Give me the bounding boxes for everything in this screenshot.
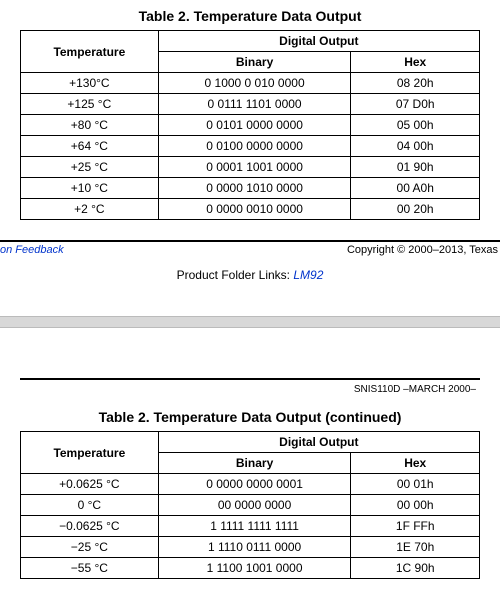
cell-binary: 0 0111 1101 0000 <box>158 94 351 115</box>
page-gap-space <box>0 328 500 348</box>
product-folder-links: Product Folder Links: LM92 <box>0 268 500 282</box>
product-folder-prefix: Product Folder Links: <box>177 268 294 282</box>
cell-hex: 00 A0h <box>351 178 480 199</box>
page-gap-space <box>0 296 500 316</box>
cell-hex: 00 20h <box>351 199 480 220</box>
product-link-lm92[interactable]: LM92 <box>293 268 323 282</box>
doc-id: SNIS110D –MARCH 2000– <box>20 384 480 401</box>
cell-temp: +25 °C <box>21 157 159 178</box>
cell-hex: 00 00h <box>351 495 480 516</box>
page2-header-rule <box>20 378 480 380</box>
cell-temp: +2 °C <box>21 199 159 220</box>
page-separator <box>0 316 500 328</box>
table-row: +64 °C 0 0100 0000 0000 04 00h <box>21 136 480 157</box>
cell-binary: 0 0100 0000 0000 <box>158 136 351 157</box>
cell-temp: −55 °C <box>21 558 159 579</box>
table-row: +80 °C 0 0101 0000 0000 05 00h <box>21 115 480 136</box>
cell-temp: +130°C <box>21 73 159 94</box>
table2-header-temp: Temperature <box>21 432 159 474</box>
cell-binary: 0 1000 0 010 0000 <box>158 73 351 94</box>
cell-hex: 1F FFh <box>351 516 480 537</box>
cell-binary: 0 0000 1010 0000 <box>158 178 351 199</box>
table-row: +125 °C 0 0111 1101 0000 07 D0h <box>21 94 480 115</box>
table-row: −0.0625 °C 1 1111 1111 1111 1F FFh <box>21 516 480 537</box>
table1-header-hex: Hex <box>351 52 480 73</box>
cell-temp: +125 °C <box>21 94 159 115</box>
table-row: −55 °C 1 1100 1001 0000 1C 90h <box>21 558 480 579</box>
table-row: 0 °C 00 0000 0000 00 00h <box>21 495 480 516</box>
table2-header-hex: Hex <box>351 453 480 474</box>
table1: Temperature Digital Output Binary Hex +1… <box>20 30 480 220</box>
table2: Temperature Digital Output Binary Hex +0… <box>20 431 480 579</box>
copyright-text: Copyright © 2000–2013, Texas <box>347 244 498 256</box>
table-row: +0.0625 °C 0 0000 0000 0001 00 01h <box>21 474 480 495</box>
table1-header-binary: Binary <box>158 52 351 73</box>
cell-binary: 0 0000 0000 0001 <box>158 474 351 495</box>
feedback-link[interactable]: on Feedback <box>0 244 64 256</box>
table2-header-digital: Digital Output <box>158 432 479 453</box>
cell-binary: 0 0001 1001 0000 <box>158 157 351 178</box>
cell-binary: 0 0000 0010 0000 <box>158 199 351 220</box>
page-1: Table 2. Temperature Data Output Tempera… <box>0 8 500 230</box>
cell-temp: 0 °C <box>21 495 159 516</box>
cell-hex: 07 D0h <box>351 94 480 115</box>
cell-temp: +0.0625 °C <box>21 474 159 495</box>
page-2: SNIS110D –MARCH 2000– Table 2. Temperatu… <box>0 378 500 589</box>
cell-temp: −0.0625 °C <box>21 516 159 537</box>
cell-binary: 1 1111 1111 1111 <box>158 516 351 537</box>
table1-header-digital: Digital Output <box>158 31 479 52</box>
table1-header-row-1: Temperature Digital Output <box>21 31 480 52</box>
page-footer: on Feedback Copyright © 2000–2013, Texas <box>0 240 500 256</box>
table-row: +2 °C 0 0000 0010 0000 00 20h <box>21 199 480 220</box>
cell-hex: 01 90h <box>351 157 480 178</box>
table-row: +130°C 0 1000 0 010 0000 08 20h <box>21 73 480 94</box>
cell-temp: +80 °C <box>21 115 159 136</box>
table2-header-binary: Binary <box>158 453 351 474</box>
cell-hex: 1C 90h <box>351 558 480 579</box>
cell-temp: −25 °C <box>21 537 159 558</box>
cell-binary: 1 1100 1001 0000 <box>158 558 351 579</box>
cell-hex: 05 00h <box>351 115 480 136</box>
cell-temp: +64 °C <box>21 136 159 157</box>
cell-hex: 08 20h <box>351 73 480 94</box>
table1-header-temp: Temperature <box>21 31 159 73</box>
table2-caption: Table 2. Temperature Data Output (contin… <box>20 409 480 425</box>
cell-hex: 00 01h <box>351 474 480 495</box>
table-row: +25 °C 0 0001 1001 0000 01 90h <box>21 157 480 178</box>
table1-caption: Table 2. Temperature Data Output <box>20 8 480 24</box>
cell-hex: 1E 70h <box>351 537 480 558</box>
table-row: −25 °C 1 1110 0111 0000 1E 70h <box>21 537 480 558</box>
cell-binary: 0 0101 0000 0000 <box>158 115 351 136</box>
cell-hex: 04 00h <box>351 136 480 157</box>
table2-header-row-1: Temperature Digital Output <box>21 432 480 453</box>
cell-binary: 00 0000 0000 <box>158 495 351 516</box>
cell-binary: 1 1110 0111 0000 <box>158 537 351 558</box>
table-row: +10 °C 0 0000 1010 0000 00 A0h <box>21 178 480 199</box>
cell-temp: +10 °C <box>21 178 159 199</box>
